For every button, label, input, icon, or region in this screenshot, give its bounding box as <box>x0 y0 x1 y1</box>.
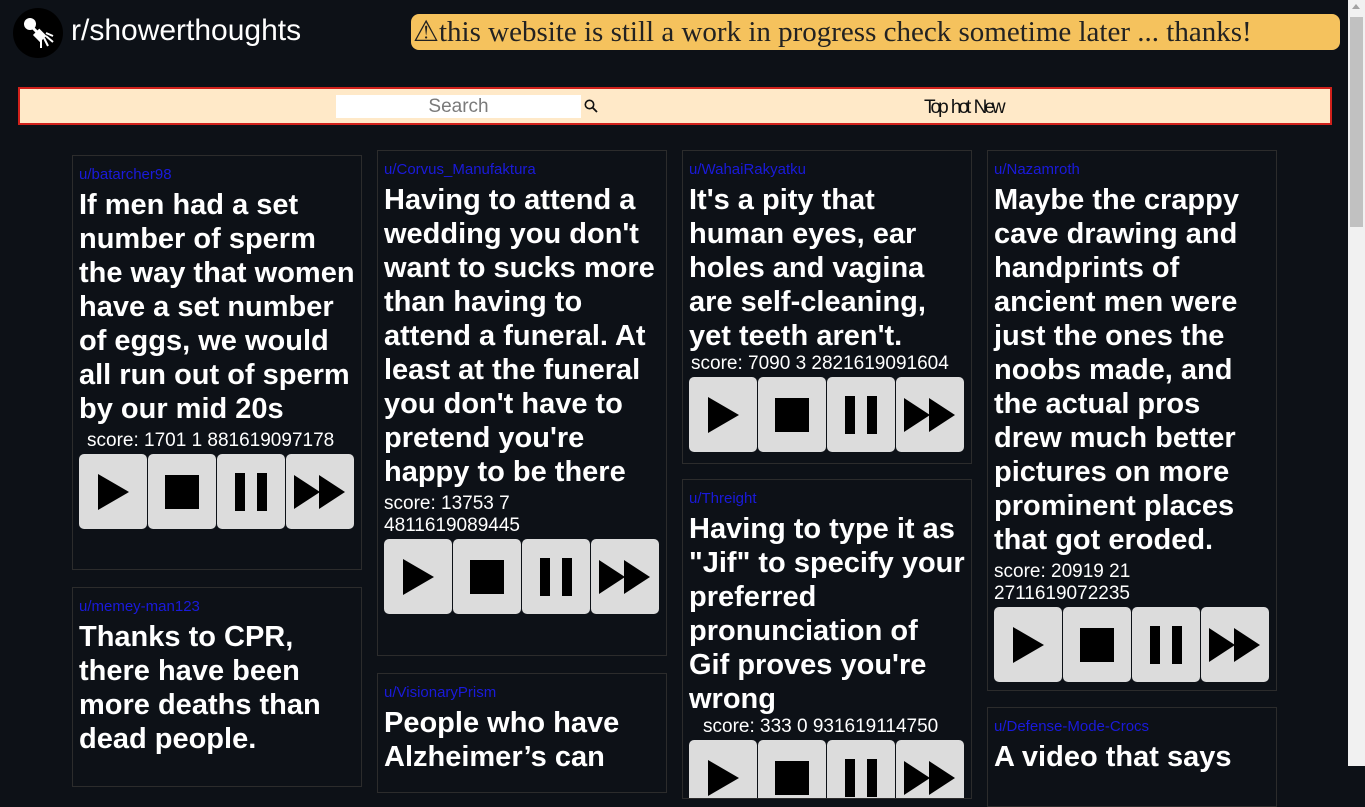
play-icon <box>708 759 739 796</box>
speech-controls <box>994 607 1270 682</box>
play-button[interactable] <box>689 740 757 798</box>
post-author[interactable]: u/VisionaryPrism <box>384 684 660 702</box>
pause-button[interactable] <box>217 454 285 529</box>
stop-button[interactable] <box>758 740 826 798</box>
speech-controls <box>689 740 965 798</box>
play-icon <box>1013 626 1044 663</box>
post-card: u/memey-man123 Thanks to CPR, there have… <box>72 587 362 787</box>
post-author[interactable]: u/Defense-Mode-Crocs <box>994 718 1270 736</box>
skeleton-hand-logo-icon <box>24 18 54 48</box>
post-score: score: 13753 7 4811619089445 <box>384 493 520 536</box>
post-author[interactable]: u/Nazamroth <box>994 161 1270 179</box>
play-button[interactable] <box>79 454 147 529</box>
post-text: A video that says <box>994 741 1232 773</box>
speech-controls <box>384 539 660 614</box>
post-card: u/Defense-Mode-Crocs A video that says <box>987 707 1277 807</box>
fast-forward-icon <box>294 474 345 509</box>
play-button[interactable] <box>689 377 757 452</box>
sort-tabs: Top hot New <box>924 97 1006 119</box>
stop-button[interactable] <box>453 539 521 614</box>
post-text: Thanks to CPR, there have been more deat… <box>79 621 321 755</box>
magnifier-icon <box>584 99 598 113</box>
fast-forward-button[interactable] <box>1201 607 1269 682</box>
post-author[interactable]: u/memey-man123 <box>79 598 355 616</box>
search-button[interactable] <box>582 96 600 116</box>
pause-icon <box>540 557 572 596</box>
tab-hot[interactable]: hot <box>951 97 971 118</box>
tab-top[interactable]: Top <box>924 97 949 118</box>
search-bar: Top hot New <box>18 87 1332 125</box>
post-author[interactable]: u/WahaiRakyatku <box>689 161 965 179</box>
scroll-up-arrow-icon[interactable] <box>1352 4 1360 9</box>
fast-forward-icon <box>1209 627 1260 662</box>
pause-icon <box>235 472 267 511</box>
post-card: u/Nazamroth Maybe the crappy cave drawin… <box>987 150 1277 691</box>
fast-forward-button[interactable] <box>591 539 659 614</box>
pause-button[interactable] <box>522 539 590 614</box>
stop-icon <box>1080 627 1114 662</box>
post-card: u/WahaiRakyatku It's a pity that human e… <box>682 150 972 464</box>
play-icon <box>403 558 434 595</box>
page-title: r/showerthoughts <box>71 14 302 47</box>
pause-button[interactable] <box>827 740 895 798</box>
post-text: Having to attend a wedding you don't wan… <box>384 184 655 488</box>
play-icon <box>98 473 129 510</box>
play-icon <box>708 396 739 433</box>
search-input[interactable] <box>336 95 581 118</box>
stop-icon <box>775 397 809 432</box>
post-card: u/Threight Having to type it as "Jif" to… <box>682 479 972 799</box>
fast-forward-button[interactable] <box>286 454 354 529</box>
pause-button[interactable] <box>827 377 895 452</box>
post-text: People who have Alzheimer’s can <box>384 707 620 773</box>
stop-icon <box>470 559 504 594</box>
wip-banner: ⚠this website is still a work in progres… <box>411 14 1340 50</box>
speech-controls <box>79 454 355 529</box>
stop-button[interactable] <box>758 377 826 452</box>
pause-icon <box>845 758 877 797</box>
page-scrollbar[interactable] <box>1348 0 1365 766</box>
post-author[interactable]: u/Threight <box>689 490 965 508</box>
stop-button[interactable] <box>1063 607 1131 682</box>
post-score: score: 7090 3 2821619091604 <box>691 353 949 374</box>
stop-icon <box>775 760 809 795</box>
scrollbar-thumb[interactable] <box>1350 17 1363 227</box>
post-score: score: 333 0 931619114750 <box>703 716 939 737</box>
post-score: score: 1701 1 881619097178 <box>87 430 335 451</box>
post-card: u/batarcher98 If men had a set number of… <box>72 155 362 570</box>
stop-icon <box>165 474 199 509</box>
fast-forward-icon <box>599 559 650 594</box>
play-button[interactable] <box>384 539 452 614</box>
pause-button[interactable] <box>1132 607 1200 682</box>
post-card: u/VisionaryPrism People who have Alzheim… <box>377 673 667 793</box>
fast-forward-button[interactable] <box>896 377 964 452</box>
pause-icon <box>845 395 877 434</box>
post-score: score: 20919 21 2711619072235 <box>994 561 1131 604</box>
post-card: u/Corvus_Manufaktura Having to attend a … <box>377 150 667 656</box>
post-author[interactable]: u/batarcher98 <box>79 166 355 184</box>
stop-button[interactable] <box>148 454 216 529</box>
post-author[interactable]: u/Corvus_Manufaktura <box>384 161 660 179</box>
speech-controls <box>689 377 965 452</box>
post-text: Having to type it as "Jif" to specify yo… <box>689 513 965 715</box>
play-button[interactable] <box>994 607 1062 682</box>
site-logo[interactable] <box>13 8 63 58</box>
tab-new[interactable]: New <box>974 97 1006 118</box>
pause-icon <box>1150 625 1182 664</box>
post-text: It's a pity that human eyes, ear holes a… <box>689 184 926 352</box>
fast-forward-button[interactable] <box>896 740 964 798</box>
post-text: Maybe the crappy cave drawing and handpr… <box>994 184 1239 556</box>
fast-forward-icon <box>904 397 955 432</box>
post-text: If men had a set number of sperm the way… <box>79 189 355 425</box>
